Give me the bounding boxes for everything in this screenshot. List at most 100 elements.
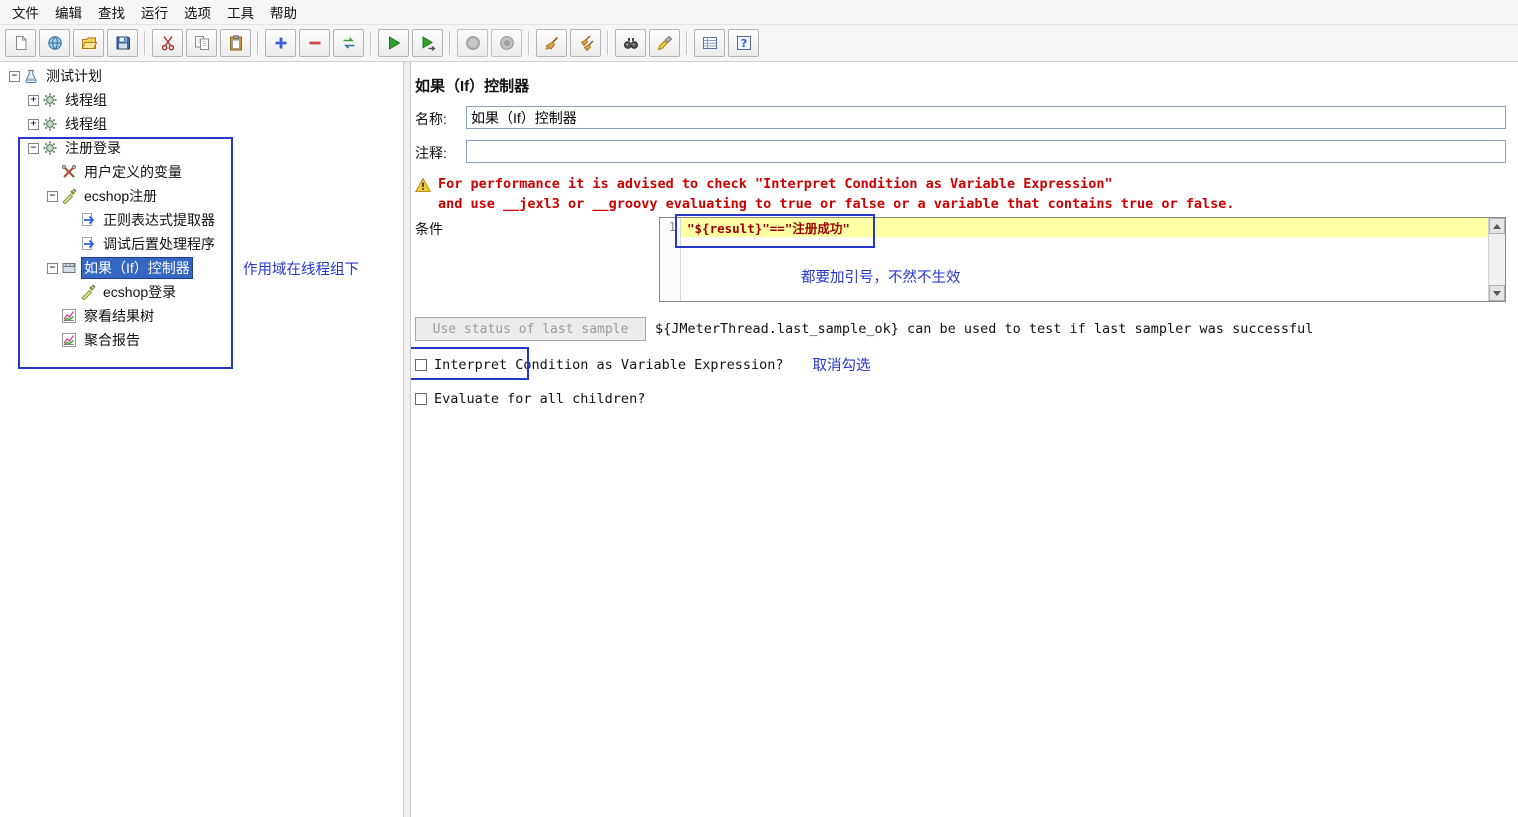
uncheck-note: 取消勾选 [812, 358, 871, 374]
splitpane-divider[interactable] [403, 62, 411, 817]
use-status-button[interactable]: Use status of last sample [415, 317, 646, 341]
tree-item-register-login-group[interactable]: − 注册登录 [0, 136, 403, 160]
save-icon [115, 35, 131, 51]
evaluate-children-checkbox[interactable] [415, 393, 427, 405]
tree-item-thread-group-2[interactable]: + 线程组 [0, 112, 403, 136]
evaluate-children-row: Evaluate for all children? [415, 391, 645, 407]
toolbar-search-reset-button[interactable] [649, 29, 680, 57]
function-helper-icon [702, 35, 718, 51]
menu-search[interactable]: 查找 [90, 0, 133, 24]
tree-item-label: 如果（If）控制器 [81, 257, 193, 279]
collapse-all-icon [307, 35, 323, 51]
search-icon [623, 35, 639, 51]
gear-icon [42, 116, 58, 132]
condition-text-area[interactable]: "${result}"=="注册成功" 都要加引号，不然不生效 [681, 218, 1488, 301]
menu-run[interactable]: 运行 [133, 0, 176, 24]
menu-edit[interactable]: 编辑 [47, 0, 90, 24]
toolbar-stop-button[interactable] [457, 29, 488, 57]
stop-icon [465, 35, 481, 51]
jmeter-window: 文件 编辑 查找 运行 选项 工具 帮助 ? − 测试计划 + 线程组 + 线程组 − 注册登录 用户定义的… [0, 0, 1518, 817]
tree-item-regex-extractor[interactable]: 正则表达式提取器 [0, 208, 403, 232]
arrow-doc-icon [80, 236, 96, 252]
toolbar-save-button[interactable] [107, 29, 138, 57]
sampler-icon [61, 188, 77, 204]
triangle-down-icon [1493, 290, 1501, 296]
toolbar-separator [370, 31, 372, 55]
open-file-icon [81, 35, 97, 51]
gear-icon [42, 140, 58, 156]
tree-item-label: ecshop登录 [103, 284, 177, 300]
toolbar-new-file-button[interactable] [5, 29, 36, 57]
toolbar-separator [449, 31, 451, 55]
expander-minus-icon[interactable]: − [6, 70, 23, 82]
panel-title: 如果（If）控制器 [415, 78, 530, 95]
tree-item-thread-group-1[interactable]: + 线程组 [0, 88, 403, 112]
toolbar-clear-all-button[interactable] [570, 29, 601, 57]
toolbar-open-file-button[interactable] [73, 29, 104, 57]
interpret-condition-checkbox[interactable] [415, 358, 427, 371]
content-area: − 测试计划 + 线程组 + 线程组 − 注册登录 用户定义的变量 − ecshop注册 正则表达式提… [0, 62, 1518, 817]
clear-icon [544, 35, 560, 51]
toolbar-shutdown-button[interactable] [491, 29, 522, 57]
toolbar-cut-button[interactable] [152, 29, 183, 57]
toolbar-separator [528, 31, 530, 55]
warning-line-2: and use __jexl3 or __groovy evaluating t… [438, 196, 1235, 212]
arrow-doc-icon [80, 212, 96, 228]
expander-plus-icon[interactable]: + [25, 118, 42, 130]
menu-options[interactable]: 选项 [176, 0, 219, 24]
toolbar-toggle-button[interactable] [333, 29, 364, 57]
tree-item-view-results-tree[interactable]: 察看结果树 [0, 304, 403, 328]
tree-item-label: 测试计划 [46, 68, 102, 84]
toolbar-help-button[interactable]: ? [728, 29, 759, 57]
toolbar-templates-button[interactable] [39, 29, 70, 57]
editor-scrollbar[interactable] [1488, 218, 1505, 301]
sampler-icon [80, 284, 96, 300]
name-input[interactable] [466, 106, 1506, 129]
chart-icon [61, 332, 77, 348]
toolbar-collapse-all-button[interactable] [299, 29, 330, 57]
expander-minus-icon[interactable]: − [44, 262, 61, 274]
copy-icon [194, 35, 210, 51]
templates-icon [47, 35, 63, 51]
expander-plus-icon[interactable]: + [25, 94, 42, 106]
tree-item-ecshop-register[interactable]: − ecshop注册 [0, 184, 403, 208]
expander-minus-icon[interactable]: − [25, 142, 42, 154]
tree-item-label: ecshop注册 [84, 188, 158, 204]
svg-text:?: ? [740, 37, 746, 50]
shutdown-icon [499, 35, 515, 51]
chart-icon [61, 308, 77, 324]
tree-item-label: 调试后置处理程序 [103, 236, 215, 252]
menu-tools[interactable]: 工具 [219, 0, 262, 24]
warning-icon [415, 177, 431, 193]
tree-item-test-plan[interactable]: − 测试计划 [0, 64, 403, 88]
comment-input[interactable] [466, 140, 1506, 163]
toolbar-clear-button[interactable] [536, 29, 567, 57]
tree-item-debug-postprocessor[interactable]: 调试后置处理程序 [0, 232, 403, 256]
warning-line-1: For performance it is advised to check "… [438, 176, 1113, 192]
toolbar-function-helper-button[interactable] [694, 29, 725, 57]
scroll-up-button[interactable] [1489, 218, 1505, 234]
tree-item-aggregate-report[interactable]: 聚合报告 [0, 328, 403, 352]
tree-item-ecshop-login[interactable]: ecshop登录 [0, 280, 403, 304]
scroll-down-button[interactable] [1489, 285, 1505, 301]
condition-editor[interactable]: 1 "${result}"=="注册成功" 都要加引号，不然不生效 [659, 214, 1506, 302]
toolbar-expand-all-button[interactable] [265, 29, 296, 57]
toolbar-start-no-timers-button[interactable] [412, 29, 443, 57]
status-row: Use status of last sample ${JMeterThread… [415, 317, 1313, 341]
toolbar-copy-button[interactable] [186, 29, 217, 57]
toolbar-search-button[interactable] [615, 29, 646, 57]
help-icon: ? [736, 35, 752, 51]
menu-help[interactable]: 帮助 [262, 0, 305, 24]
tree-item-user-defined-variables[interactable]: 用户定义的变量 [0, 160, 403, 184]
toolbar-paste-button[interactable] [220, 29, 251, 57]
comment-label: 注释: [415, 145, 447, 161]
quote-note: 都要加引号，不然不生效 [801, 270, 961, 286]
cut-icon [160, 35, 176, 51]
warning-message: For performance it is advised to check "… [415, 174, 1235, 214]
search-reset-icon [657, 35, 673, 51]
expander-minus-icon[interactable]: − [44, 190, 61, 202]
tree-item-label: 聚合报告 [84, 332, 140, 348]
menu-file[interactable]: 文件 [4, 0, 47, 24]
toolbar-start-button[interactable] [378, 29, 409, 57]
name-label: 名称: [415, 111, 447, 127]
